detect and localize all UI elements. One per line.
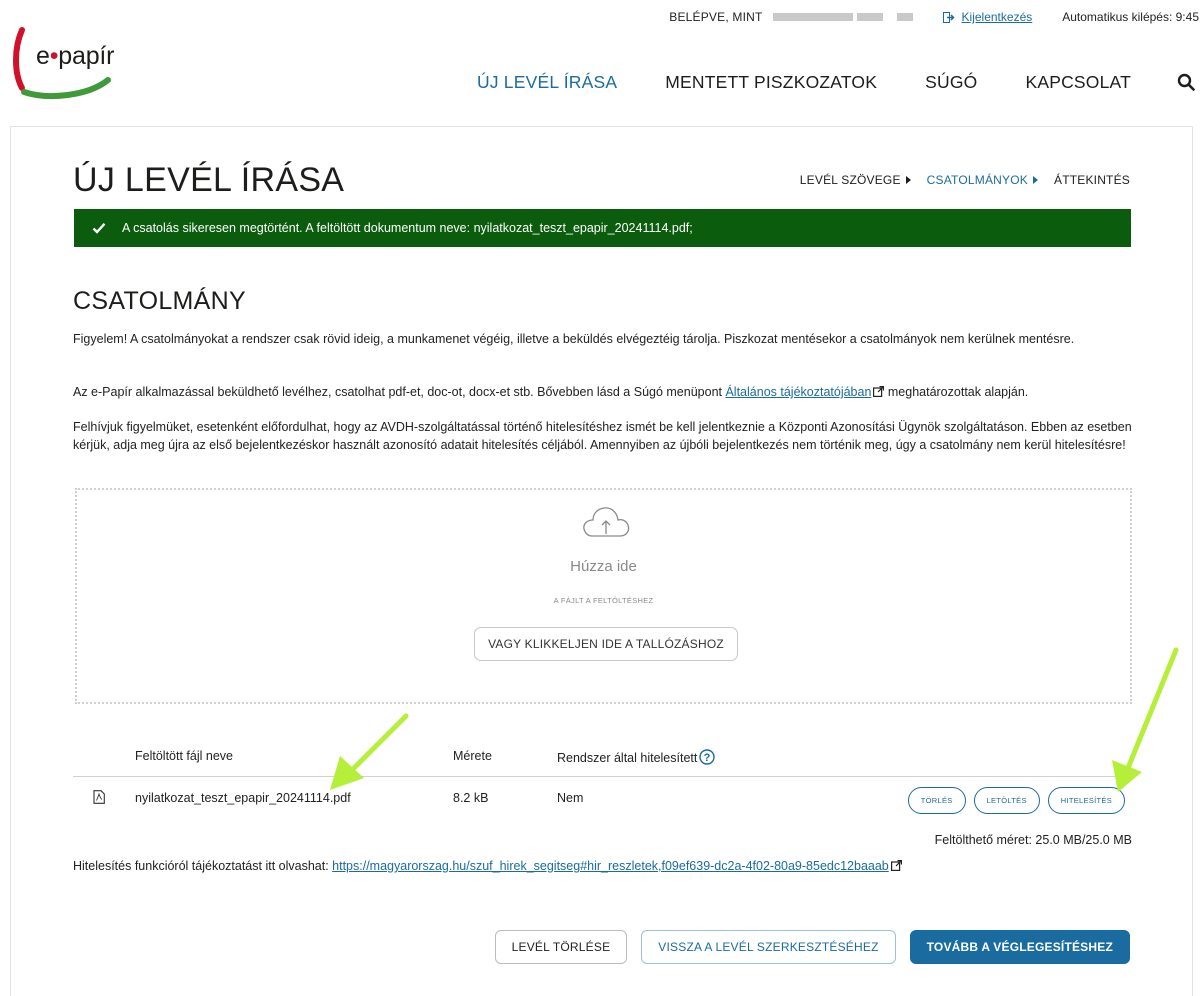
page-title: ÚJ LEVÉL ÍRÁSA — [73, 161, 345, 199]
delete-letter-button[interactable]: LEVÉL TÖRLÉSE — [494, 930, 628, 964]
file-types-info-text: Az e-Papír alkalmazással beküldhető levé… — [73, 383, 1135, 401]
nav-item-saved-drafts[interactable]: MENTETT PISZKOZATOK — [665, 72, 877, 93]
row-actions: TÖRLÉS LETÖLTÉS HITELESÍTÉS — [900, 787, 1125, 814]
auto-logout-timer: Automatikus kilépés: 9:45 — [1062, 10, 1199, 24]
step-label: CSATOLMÁNYOK — [926, 173, 1028, 187]
drop-zone-title: Húzza ide — [570, 558, 637, 575]
authentication-info-text: Hitelesítés funkcióról tájékoztatást itt… — [73, 859, 333, 873]
avdh-notice-text: Felhívjuk figyelmüket, esetenként előfor… — [73, 420, 1132, 452]
logo-text-papir: papír — [58, 42, 115, 70]
authentication-help-link[interactable]: https://magyarorszag.hu/szuf_hirek_segit… — [332, 859, 889, 873]
help-icon[interactable]: ? — [699, 749, 716, 765]
uploaded-files-table: Feltöltött fájl neve Mérete Rendszer ált… — [73, 737, 1133, 823]
step-label: ÁTTEKINTÉS — [1053, 173, 1130, 187]
step-overview[interactable]: ÁTTEKINTÉS — [1054, 173, 1130, 187]
file-verified-status: Nem — [557, 791, 584, 805]
main-navigation: ÚJ LEVÉL ÍRÁSA MENTETT PISZKOZATOK SÚGÓ … — [477, 70, 1195, 94]
authenticate-file-button[interactable]: HITELESÍTÉS — [1047, 787, 1125, 814]
epapir-logo[interactable]: e•papír — [8, 18, 126, 102]
file-name: nyilatkozat_teszt_epapir_20241114.pdf — [135, 791, 351, 805]
attachment-section-title: CSATOLMÁNY — [73, 287, 246, 315]
top-header: e•papír BELÉPVE, MINT Kijelentkezés Auto… — [0, 0, 1203, 120]
external-link-icon — [873, 386, 885, 397]
nav-item-new-letter[interactable]: ÚJ LEVÉL ÍRÁSA — [477, 72, 617, 93]
file-types-text: Az e-Papír alkalmazással beküldhető levé… — [73, 385, 726, 399]
logged-in-label: BELÉPVE, MINT — [669, 10, 763, 24]
browse-files-button[interactable]: VAGY KLIKKELJEN IDE A TALLÓZÁSHOZ — [474, 627, 738, 661]
column-header-size: Mérete — [453, 749, 492, 763]
upload-quota: Feltölthető méret: 25.0 MB/25.0 MB — [934, 833, 1132, 847]
logo-text: e•papír — [36, 42, 114, 71]
cloud-upload-icon — [583, 507, 630, 537]
step-label: LEVÉL SZÖVEGE — [799, 173, 901, 187]
file-size: 8.2 kB — [453, 791, 489, 805]
success-alert: A csatolás sikeresen megtörtént. A feltö… — [74, 209, 1131, 247]
step-letter-text[interactable]: LEVÉL SZÖVEGE — [800, 173, 911, 187]
success-message: A csatolás sikeresen megtörtént. A feltö… — [122, 221, 693, 235]
step-attachments[interactable]: CSATOLMÁNYOK — [927, 173, 1038, 187]
column-header-filename: Feltöltött fájl neve — [135, 749, 233, 763]
delete-file-button[interactable]: TÖRLÉS — [907, 787, 966, 814]
check-icon — [92, 222, 106, 234]
general-info-link[interactable]: Általános tájékoztatójában — [725, 385, 871, 399]
nav-item-help[interactable]: SÚGÓ — [925, 72, 977, 93]
table-row: nyilatkozat_teszt_epapir_20241114.pdf 8.… — [73, 777, 1133, 823]
logout-icon — [942, 11, 955, 23]
logout-label: Kijelentkezés — [961, 10, 1033, 24]
caret-right-icon — [1032, 176, 1038, 184]
storage-warning-text: Figyelem! A csatolmányokat a rendszer cs… — [73, 332, 1075, 346]
pdf-file-icon — [93, 790, 105, 804]
content-panel: ÚJ LEVÉL ÍRÁSA LEVÉL SZÖVEGE CSATOLMÁNYO… — [10, 126, 1193, 996]
back-to-edit-button[interactable]: VISSZA A LEVÉL SZERKESZTÉSÉHEZ — [641, 930, 896, 964]
user-status-bar: BELÉPVE, MINT Kijelentkezés Automatikus … — [669, 10, 1199, 24]
redacted-username — [856, 13, 883, 21]
nav-item-contact[interactable]: KAPCSOLAT — [1025, 72, 1131, 93]
redacted-username — [772, 13, 853, 21]
caret-right-icon — [905, 176, 911, 184]
continue-to-finalize-button[interactable]: TOVÁBB A VÉGLEGESÍTÉSHEZ — [909, 930, 1130, 964]
logo-text-e: e — [36, 42, 50, 70]
authentication-info: Hitelesítés funkcióról tájékoztatást itt… — [73, 859, 902, 873]
table-header: Feltöltött fájl neve Mérete Rendszer ált… — [73, 737, 1133, 777]
redacted-username — [896, 13, 913, 21]
logo-text-dot: • — [49, 42, 59, 70]
drop-zone-subtitle: A FÁJLT A FELTÖLTÉSHEZ — [553, 596, 654, 605]
file-types-text-end: meghatározottak alapján. — [884, 385, 1029, 399]
wizard-steps: LEVÉL SZÖVEGE CSATOLMÁNYOK ÁTTEKINTÉS — [784, 173, 1130, 187]
search-icon[interactable] — [1177, 73, 1195, 91]
external-link-icon — [890, 860, 902, 871]
download-file-button[interactable]: LETÖLTÉS — [973, 787, 1040, 814]
column-header-verified-label: Rendszer által hitelesített — [557, 751, 698, 765]
file-drop-zone[interactable]: Húzza ide A FÁJLT A FELTÖLTÉSHEZ VAGY KL… — [75, 488, 1132, 704]
logout-link[interactable]: Kijelentkezés — [942, 10, 1033, 24]
column-header-verified: Rendszer által hitelesített? — [557, 749, 716, 765]
svg-text:?: ? — [704, 752, 711, 764]
form-actions: LEVÉL TÖRLÉSE VISSZA A LEVÉL SZERKESZTÉS… — [481, 930, 1130, 964]
